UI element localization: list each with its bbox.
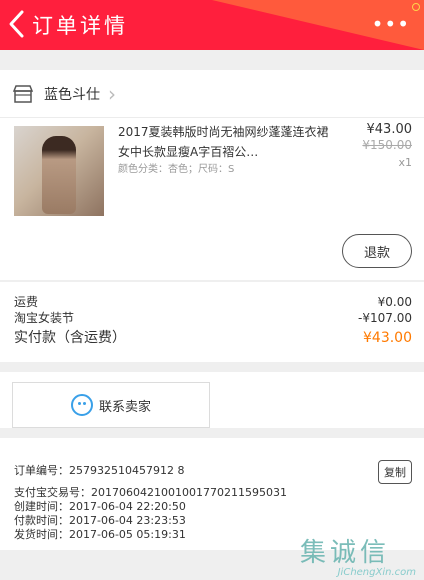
cost-value: ¥0.00: [377, 295, 412, 309]
shop-header[interactable]: 蓝色斗仕 ›: [0, 70, 424, 118]
refund-button[interactable]: 退款: [342, 234, 412, 268]
product-quantity: x1: [398, 156, 412, 169]
copy-button[interactable]: 复制: [378, 460, 412, 484]
product-sku: 颜色分类：杏色；尺码：S: [118, 164, 235, 175]
back-icon[interactable]: [6, 8, 28, 40]
page-title: 订单详情: [32, 14, 128, 38]
total-label: 实付款（含运费）: [14, 330, 126, 346]
cost-row-shipping: 运费 ¥0.00: [14, 294, 412, 310]
cost-value: -¥107.00: [358, 311, 412, 325]
order-number: 订单编号：257932510457912 8: [14, 464, 185, 477]
total-row: 实付款（含运费） ¥43.00: [14, 327, 412, 349]
contact-section: 联系卖家: [0, 372, 424, 428]
watermark-text: 集诚信: [300, 538, 391, 568]
cost-label: 运费: [14, 295, 39, 309]
wangwang-icon: [70, 394, 93, 416]
cost-summary: 运费 ¥0.00 淘宝女装节 -¥107.00 实付款（含运费） ¥43.00: [0, 282, 424, 362]
top-bar: 订单详情 •••: [0, 0, 424, 50]
product-image-figure: [42, 136, 76, 214]
cost-label: 淘宝女装节: [14, 311, 75, 325]
notification-dot: [412, 3, 420, 11]
chevron-right-icon: ›: [108, 81, 116, 106]
paid-time: 付款时间：2017-06-04 23:23:53: [14, 514, 186, 527]
order-item-card: 蓝色斗仕 › 2017夏装韩版时尚无袖网纱蓬蓬连衣裙女中长款显瘦A字百褶公… 颜…: [0, 70, 424, 280]
created-time: 创建时间：2017-06-04 22:20:50: [14, 500, 186, 513]
product-title[interactable]: 2017夏装韩版时尚无袖网纱蓬蓬连衣裙女中长款显瘦A字百褶公…: [118, 122, 330, 162]
shop-icon: [12, 84, 34, 103]
contact-seller-button[interactable]: 联系卖家: [12, 382, 210, 428]
watermark-url: JiChengXin.com: [337, 567, 416, 578]
product-price: ¥43.00: [366, 122, 413, 137]
cost-row-discount: 淘宝女装节 -¥107.00: [14, 310, 412, 326]
product-original-price: ¥150.00: [362, 138, 412, 152]
product-image[interactable]: [14, 126, 104, 216]
total-value: ¥43.00: [363, 330, 412, 346]
shop-name: 蓝色斗仕: [44, 86, 100, 103]
alipay-number: 支付宝交易号：2017060421001001770211595031: [14, 486, 287, 499]
watermark: 集诚信 JiChengXin.com: [298, 532, 418, 578]
contact-seller-label: 联系卖家: [98, 399, 151, 415]
more-options-icon[interactable]: •••: [372, 14, 410, 34]
